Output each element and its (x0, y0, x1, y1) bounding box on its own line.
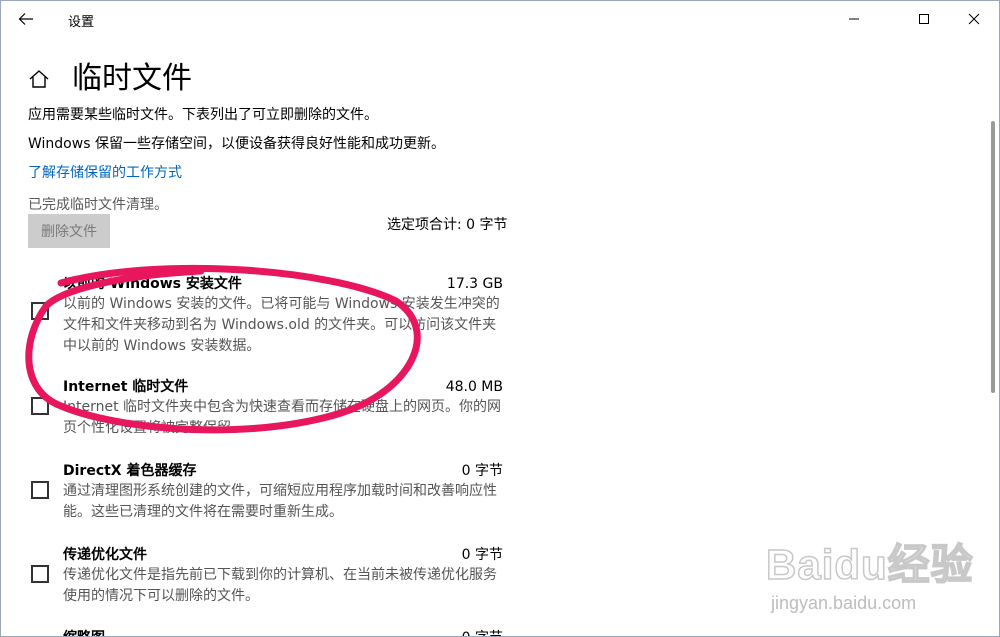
cleanup-status: 已完成临时文件清理。 (28, 197, 168, 213)
item-title: 以前的 Windows 安装文件 (63, 276, 242, 292)
item-checkbox[interactable] (31, 302, 49, 320)
item-description: 传递优化文件是指先前已下载到你的计算机、在当前未被传递优化服务使用的情况下可以删… (63, 567, 497, 604)
reserve-text: Windows 保留一些存储空间，以便设备获得良好性能和成功更新。 (28, 136, 445, 152)
list-item-previous-windows: 以前的 Windows 安装文件 17.3 GB 以前的 Windows 安装的… (1, 274, 521, 354)
item-description: Internet 临时文件夹中包含为快速查看而存储在硬盘上的网页。你的网页个性化… (63, 399, 502, 436)
arrow-left-icon (18, 13, 33, 25)
minimize-button[interactable] (831, 1, 877, 37)
title-bar: 设置 (1, 1, 999, 37)
storage-reserve-link[interactable]: 了解存储保留的工作方式 (28, 163, 182, 183)
item-checkbox[interactable] (31, 397, 49, 415)
item-title: Internet 临时文件 (63, 379, 189, 395)
settings-window: 设置 临时文件 应用需要某些临时文件。下表列出了可立即删除的文件。 Window… (0, 0, 1000, 637)
intro-text: 应用需要某些临时文件。下表列出了可立即删除的文件。 (28, 107, 378, 123)
maximize-button[interactable] (901, 1, 947, 37)
minimize-icon (849, 18, 859, 20)
scrollbar-thumb[interactable] (991, 121, 995, 393)
back-button[interactable] (11, 5, 41, 33)
item-checkbox[interactable] (31, 565, 49, 583)
item-size: 0 字节 (462, 628, 503, 636)
watermark-url: jingyan.baidu.com (771, 593, 917, 613)
item-size: 48.0 MB (445, 379, 503, 395)
home-icon (29, 70, 49, 88)
watermark-logo: Baidu经验 (765, 540, 974, 589)
item-checkbox[interactable] (31, 481, 49, 499)
list-item-internet-temp: Internet 临时文件 48.0 MB Internet 临时文件夹中包含为… (1, 377, 521, 437)
page-title: 临时文件 (72, 61, 192, 96)
item-description: 通过清理图形系统创建的文件，可缩短应用程序加载时间和改善响应性能。这些已清理的文… (63, 483, 497, 520)
list-item-thumbnails: 缩略图 0 字节 (1, 628, 521, 636)
delete-files-button[interactable]: 删除文件 (28, 214, 110, 248)
item-description: 以前的 Windows 安装的文件。已将可能与 Windows 安装发生冲突的文… (63, 296, 500, 354)
item-title: 传递优化文件 (63, 547, 147, 563)
item-size: 0 字节 (461, 463, 503, 479)
item-title: DirectX 着色器缓存 (63, 463, 197, 479)
item-size: 17.3 GB (446, 276, 503, 292)
maximize-icon (919, 14, 929, 24)
window-title: 设置 (68, 15, 95, 30)
list-item-directx-cache: DirectX 着色器缓存 0 字节 通过清理图形系统创建的文件，可缩短应用程序… (1, 461, 521, 521)
baidu-watermark: Baidu经验 jingyan.baidu.com (765, 531, 981, 626)
item-size: 0 字节 (461, 547, 503, 563)
close-button[interactable] (951, 1, 997, 37)
list-item-delivery-optimization: 传递优化文件 0 字节 传递优化文件是指先前已下载到你的计算机、在当前未被传递优… (1, 545, 521, 605)
close-icon (968, 13, 980, 25)
home-button[interactable] (28, 68, 52, 92)
item-title: 缩略图 (63, 628, 105, 636)
selected-total: 选定项合计: 0 字节 (387, 217, 508, 233)
